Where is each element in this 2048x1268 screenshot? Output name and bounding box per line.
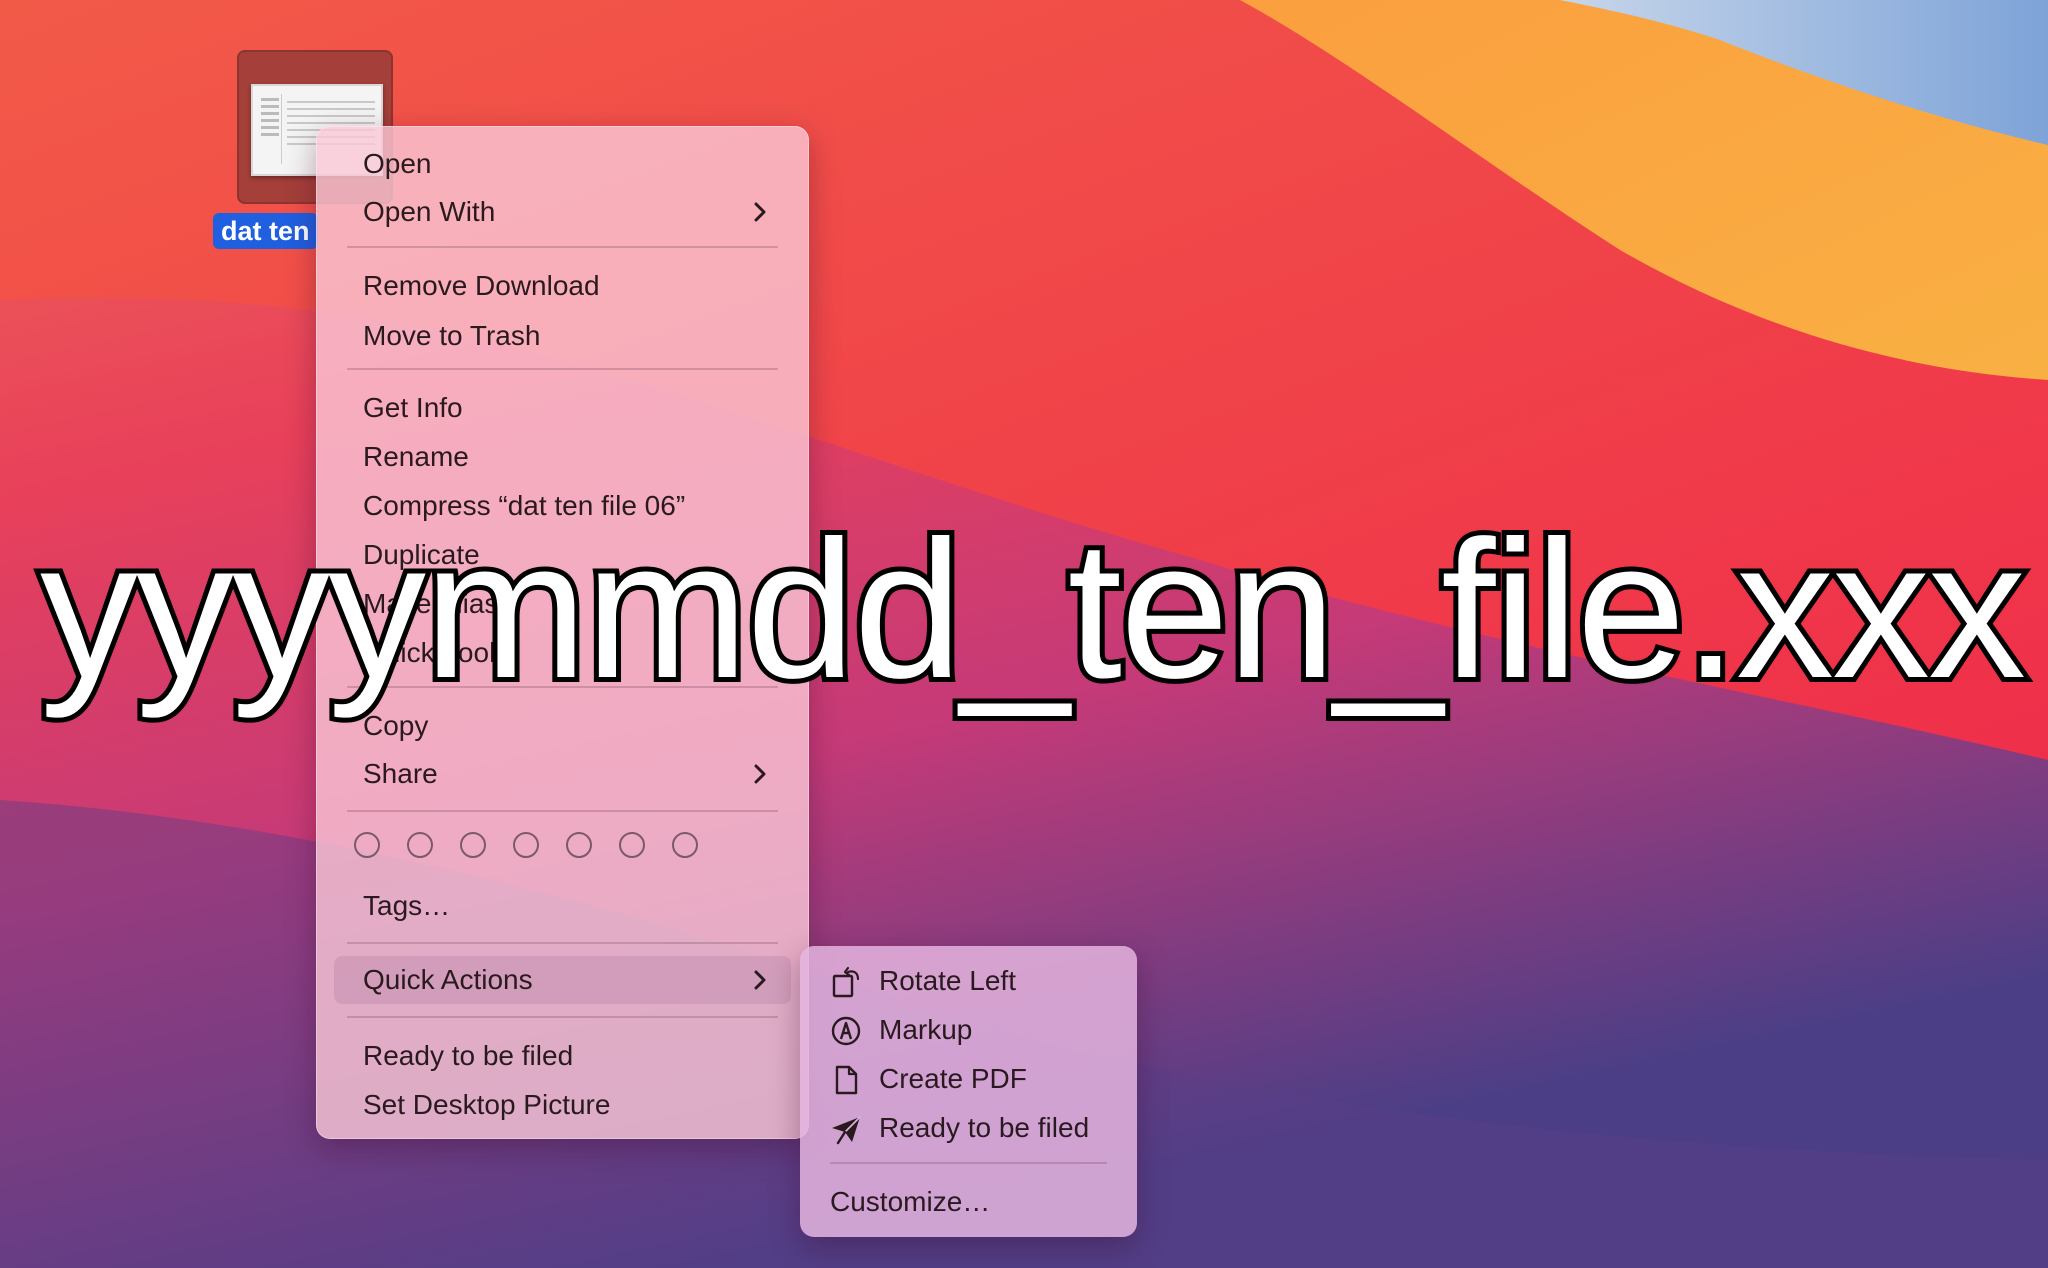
menu-separator xyxy=(347,810,778,812)
tag-color-dot[interactable] xyxy=(513,832,539,858)
tag-color-dot[interactable] xyxy=(460,832,486,858)
menu-separator xyxy=(347,1016,778,1018)
menu-item-label: Tags… xyxy=(363,890,451,921)
menu-item-label: Share xyxy=(363,758,438,789)
menu-item-quick-actions[interactable]: Quick Actions xyxy=(334,956,791,1004)
menu-item-label: Rename xyxy=(363,441,469,472)
menu-item-label: Set Desktop Picture xyxy=(363,1089,611,1120)
submenu-item-label: Customize… xyxy=(830,1186,991,1217)
menu-item-label: Move to Trash xyxy=(363,320,541,351)
tag-color-dot[interactable] xyxy=(619,832,645,858)
menu-item-label: Open With xyxy=(363,196,496,227)
submenu-item-rotate-left[interactable]: Rotate Left xyxy=(830,958,1117,1004)
desktop-file-label[interactable]: dat ten xyxy=(213,213,318,249)
chevron-right-icon xyxy=(754,202,766,222)
rotate-left-icon xyxy=(832,966,860,998)
submenu-item-label: Create PDF xyxy=(879,1063,1027,1094)
menu-item-ready-to-be-filed[interactable]: Ready to be filed xyxy=(334,1032,791,1080)
submenu-item-label: Rotate Left xyxy=(879,965,1016,996)
menu-item-tags[interactable]: Tags… xyxy=(334,882,791,930)
menu-item-share[interactable]: Share xyxy=(334,750,791,798)
submenu-separator xyxy=(830,1162,1107,1164)
chevron-right-icon xyxy=(754,970,766,990)
markup-icon xyxy=(831,1016,861,1046)
menu-item-set-desktop-picture[interactable]: Set Desktop Picture xyxy=(334,1081,791,1129)
tag-color-dot[interactable] xyxy=(672,832,698,858)
overlay-filename-caption: yyyymmdd_ten_file.xxx xyxy=(35,495,2031,724)
menu-item-get-info[interactable]: Get Info xyxy=(334,384,791,432)
menu-item-label: Remove Download xyxy=(363,270,600,301)
menu-item-label: Quick Actions xyxy=(363,964,533,995)
submenu-item-customize[interactable]: Customize… xyxy=(830,1179,1117,1225)
quick-actions-submenu: Rotate Left Markup Create PDF Ready to b… xyxy=(800,946,1137,1237)
menu-item-label: Get Info xyxy=(363,392,463,423)
submenu-item-label: Ready to be filed xyxy=(879,1112,1090,1143)
menu-separator xyxy=(347,942,778,944)
document-icon xyxy=(835,1065,858,1095)
tag-color-dot[interactable] xyxy=(407,832,433,858)
submenu-item-label: Markup xyxy=(879,1014,973,1045)
tag-color-dot[interactable] xyxy=(566,832,592,858)
menu-item-move-to-trash[interactable]: Move to Trash xyxy=(334,312,791,360)
menu-item-open[interactable]: Open xyxy=(334,140,791,188)
submenu-item-markup[interactable]: Markup xyxy=(830,1007,1117,1053)
submenu-item-create-pdf[interactable]: Create PDF xyxy=(830,1056,1117,1102)
submenu-item-ready-to-be-filed[interactable]: Ready to be filed xyxy=(830,1105,1117,1151)
paper-plane-icon xyxy=(832,1116,861,1145)
menu-item-label: Open xyxy=(363,148,432,179)
menu-separator xyxy=(347,246,778,248)
menu-item-open-with[interactable]: Open With xyxy=(334,188,791,236)
menu-separator xyxy=(347,368,778,370)
tag-color-dot[interactable] xyxy=(354,832,380,858)
menu-item-rename[interactable]: Rename xyxy=(334,433,791,481)
menu-item-remove-download[interactable]: Remove Download xyxy=(334,262,791,310)
chevron-right-icon xyxy=(754,764,766,784)
menu-item-label: Ready to be filed xyxy=(363,1040,574,1071)
